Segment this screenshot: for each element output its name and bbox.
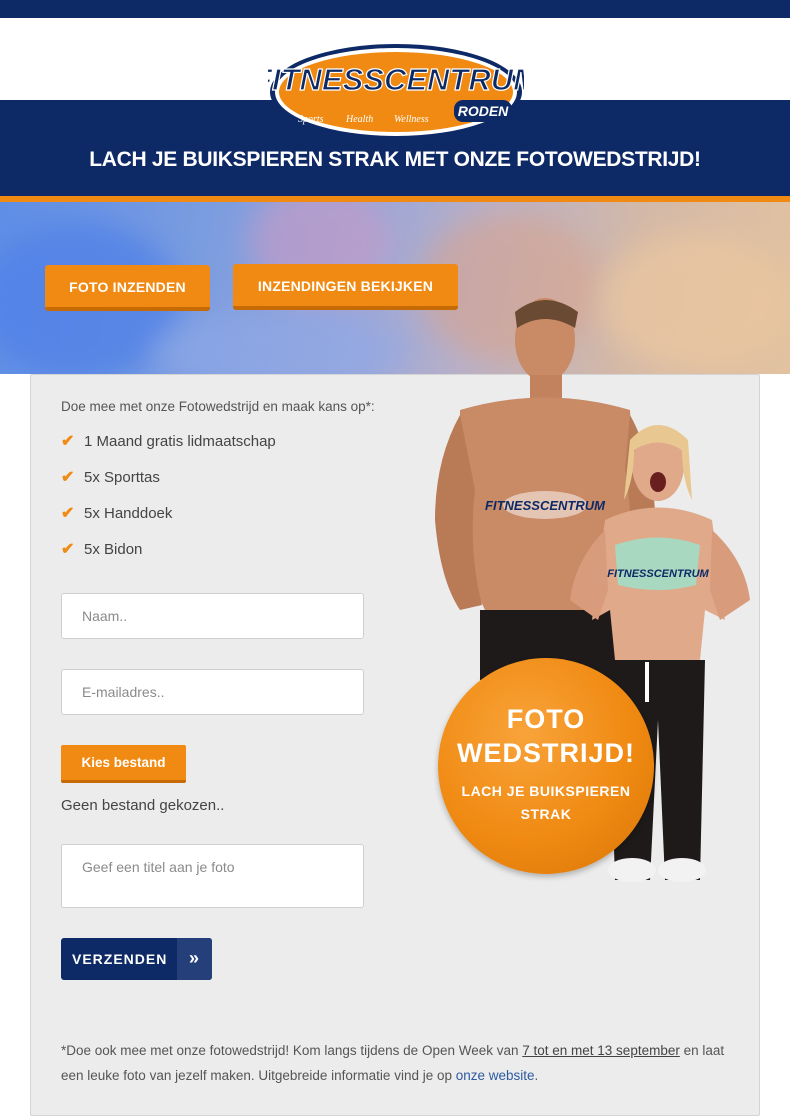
checkmark-icon: ✔: [61, 433, 75, 450]
photo-contest-badge: FOTO WEDSTRIJD! LACH JE BUIKSPIEREN STRA…: [438, 658, 654, 874]
choose-file-button[interactable]: Kies bestand: [61, 745, 186, 783]
woman-top-logo: FITNESSCENTRUM: [607, 568, 709, 580]
checkmark-icon: ✔: [61, 505, 75, 522]
man-shirt-logo: FITNESSCENTRUM: [485, 498, 606, 513]
checkmark-icon: ✔: [61, 541, 75, 558]
open-week-dates: 7 tot en met 13 september: [522, 1043, 680, 1058]
send-button-label: VERZENDEN: [72, 951, 168, 967]
top-bar: [0, 0, 790, 18]
website-link[interactable]: onze website: [456, 1068, 535, 1083]
badge-line-4: STRAK: [520, 806, 572, 822]
badge-line-3: LACH JE BUIKSPIEREN: [461, 783, 631, 799]
fitnesscentrum-logo[interactable]: FITNESSCENTRUM RODEN Sports Health Welln…: [268, 40, 524, 142]
double-chevron-right-icon: »: [177, 938, 212, 980]
logo-tagline-1: Sports: [298, 114, 324, 125]
logo-tagline-3: Wellness: [394, 114, 429, 125]
prize-item: ✔ 5x Sporttas: [61, 469, 160, 486]
footnote-text: *Doe ook mee met onze fotowedstrijd! Kom…: [61, 1043, 725, 1083]
name-input[interactable]: [61, 593, 364, 639]
email-input[interactable]: [61, 669, 364, 715]
checkmark-icon: ✔: [61, 469, 75, 486]
send-button[interactable]: VERZENDEN »: [61, 938, 212, 980]
prize-item: ✔ 5x Handdoek: [61, 505, 173, 522]
logo-main-text: FITNESSCENTRUM: [268, 62, 524, 97]
logo-tagline-2: Health: [345, 114, 373, 125]
page-headline: LACH JE BUIKSPIEREN STRAK MET ONZE FOTOW…: [89, 148, 701, 171]
logo-sub-text: RODEN: [458, 103, 509, 119]
form-intro-text: Doe mee met onze Fotowedstrijd en maak k…: [61, 399, 375, 414]
file-status-text: Geen bestand gekozen..: [61, 797, 225, 814]
prize-item: ✔ 1 Maand gratis lidmaatschap: [61, 433, 276, 450]
photo-title-input[interactable]: [61, 844, 364, 908]
badge-line-2: WEDSTRIJD!: [457, 738, 635, 768]
submit-photo-button[interactable]: FOTO INZENDEN: [45, 265, 210, 311]
badge-line-1: FOTO: [506, 704, 586, 734]
prize-item: ✔ 5x Bidon: [61, 541, 143, 558]
